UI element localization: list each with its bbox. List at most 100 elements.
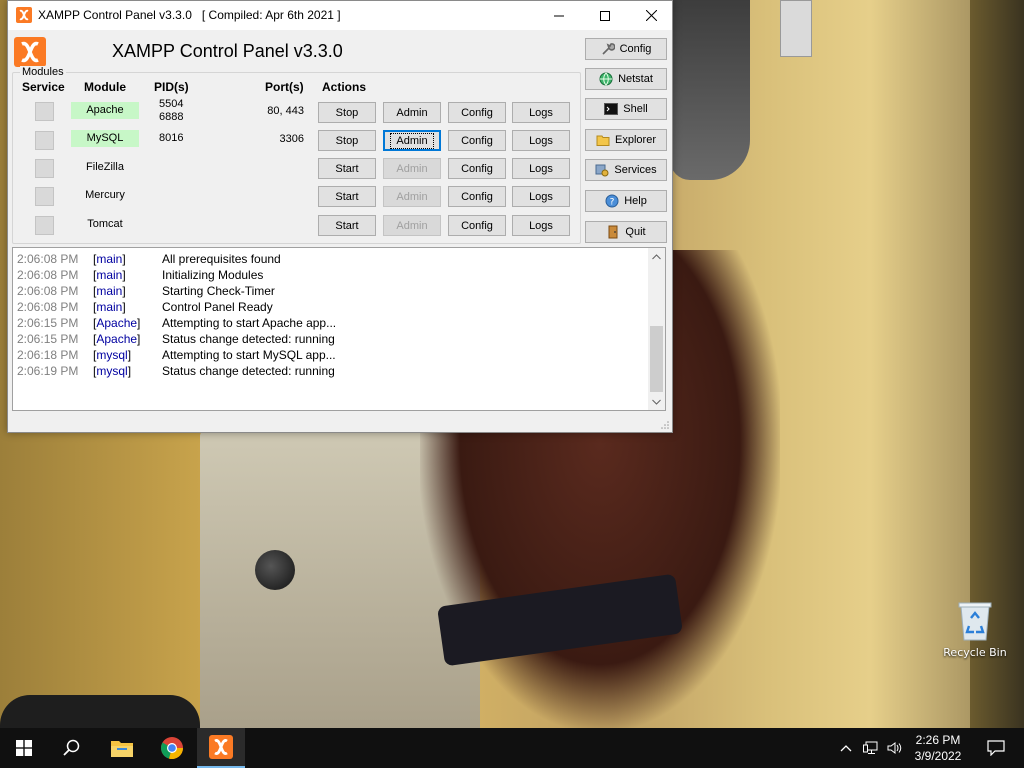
notification-icon xyxy=(987,740,1005,756)
config-button[interactable]: Config xyxy=(448,102,506,123)
explorer-button[interactable]: Explorer xyxy=(585,129,667,151)
action-center-button[interactable] xyxy=(972,728,1020,768)
network-button[interactable] xyxy=(860,728,882,768)
admin-button[interactable]: Admin xyxy=(383,130,441,151)
maximize-button[interactable] xyxy=(582,1,628,30)
module-name: Tomcat xyxy=(87,218,123,230)
taskbar-file-explorer[interactable] xyxy=(98,728,146,768)
search-button[interactable] xyxy=(48,728,96,768)
port-value: 3306 xyxy=(279,133,304,145)
pid-value: 5504 xyxy=(159,98,184,110)
module-name: Apache xyxy=(71,102,139,119)
log-scrollbar[interactable] xyxy=(648,248,665,410)
taskbar: 2:26 PM 3/9/2022 xyxy=(0,728,1024,768)
svg-text:?: ? xyxy=(610,198,615,208)
scroll-down-button[interactable] xyxy=(648,393,665,410)
service-checkbox[interactable] xyxy=(35,159,54,178)
folder-icon xyxy=(596,135,610,146)
admin-button[interactable]: Admin xyxy=(383,215,441,236)
services-icon xyxy=(595,164,609,177)
logs-button[interactable]: Logs xyxy=(512,130,570,151)
network-icon xyxy=(863,741,878,754)
taskbar-chrome[interactable] xyxy=(148,728,196,768)
taskbar-xampp[interactable] xyxy=(197,728,245,768)
service-checkbox[interactable] xyxy=(35,131,54,150)
volume-button[interactable] xyxy=(884,728,906,768)
logs-button[interactable]: Logs xyxy=(512,186,570,207)
stop-button[interactable]: Stop xyxy=(318,102,376,123)
config-button[interactable]: Config xyxy=(448,130,506,151)
folder-icon xyxy=(111,741,133,757)
column-header-pids: PID(s) xyxy=(154,80,189,94)
config-button[interactable]: Config xyxy=(448,215,506,236)
help-icon: ? xyxy=(605,194,619,208)
close-button[interactable] xyxy=(628,1,674,30)
start-button[interactable]: Start xyxy=(318,215,376,236)
speaker-icon xyxy=(887,742,902,754)
module-name: MySQL xyxy=(71,130,139,147)
logs-button[interactable]: Logs xyxy=(512,158,570,179)
shell-button[interactable]: Shell xyxy=(585,98,667,120)
modules-legend: Modules xyxy=(20,66,66,78)
clock-time: 2:26 PM xyxy=(915,733,961,747)
chevron-up-icon xyxy=(652,253,661,259)
windows-logo-icon xyxy=(16,740,32,756)
stop-button[interactable]: Stop xyxy=(318,130,376,151)
services-button[interactable]: Services xyxy=(585,159,667,181)
column-header-actions: Actions xyxy=(322,80,367,94)
show-hidden-icons-button[interactable] xyxy=(836,728,856,768)
wrench-icon xyxy=(602,43,615,55)
logs-button[interactable]: Logs xyxy=(512,102,570,123)
title-bar[interactable]: XAMPP Control Panel v3.3.0 [ Compiled: A… xyxy=(8,1,672,30)
clock-date: 3/9/2022 xyxy=(914,749,962,763)
module-name: Mercury xyxy=(85,189,125,201)
config-button[interactable]: Config xyxy=(448,158,506,179)
search-icon xyxy=(63,739,80,756)
clock[interactable]: 2:26 PM 3/9/2022 xyxy=(908,732,968,764)
help-button[interactable]: ? Help xyxy=(585,190,667,212)
config-button[interactable]: Config xyxy=(448,186,506,207)
pid-value: 6888 xyxy=(159,111,184,123)
globe-icon xyxy=(599,72,613,86)
scroll-thumb[interactable] xyxy=(650,326,663,392)
column-header-service: Service xyxy=(22,80,65,94)
xampp-window: XAMPP Control Panel v3.3.0 [ Compiled: A… xyxy=(7,0,673,433)
pid-value: 8016 xyxy=(159,132,184,144)
panel-title: XAMPP Control Panel v3.3.0 xyxy=(112,41,343,61)
recycle-bin-shortcut[interactable]: Recycle Bin xyxy=(940,600,1010,659)
chevron-up-icon xyxy=(840,745,852,752)
column-header-ports: Port(s) xyxy=(265,80,304,94)
start-button[interactable]: Start xyxy=(318,158,376,179)
xampp-logo-icon xyxy=(16,7,32,23)
minimize-icon xyxy=(554,15,564,16)
xampp-logo-icon xyxy=(14,37,46,67)
close-icon xyxy=(645,10,657,21)
column-header-module: Module xyxy=(84,80,126,94)
quit-button[interactable]: Quit xyxy=(585,221,667,243)
xampp-logo-icon xyxy=(209,735,233,759)
terminal-icon xyxy=(604,103,619,115)
chevron-down-icon xyxy=(652,399,661,405)
door-icon xyxy=(608,225,618,239)
netstat-button[interactable]: Netstat xyxy=(585,68,667,90)
start-button[interactable] xyxy=(0,728,48,768)
admin-button[interactable]: Admin xyxy=(383,186,441,207)
minimize-button[interactable] xyxy=(536,1,582,30)
admin-button[interactable]: Admin xyxy=(383,102,441,123)
log-panel[interactable]: 2:06:08 PM [main] All prerequisites found … xyxy=(12,247,666,411)
service-checkbox[interactable] xyxy=(35,102,54,121)
logs-button[interactable]: Logs xyxy=(512,215,570,236)
admin-button[interactable]: Admin xyxy=(383,158,441,179)
config-side-button[interactable]: Config xyxy=(585,38,667,60)
module-name: FileZilla xyxy=(86,161,124,173)
recycle-bin-label: Recycle Bin xyxy=(943,646,1007,659)
recycle-bin-icon xyxy=(957,600,993,642)
scroll-up-button[interactable] xyxy=(648,248,665,265)
port-value: 80, 443 xyxy=(267,105,304,117)
maximize-icon xyxy=(600,10,610,21)
service-checkbox[interactable] xyxy=(35,187,54,206)
chrome-icon xyxy=(161,737,184,760)
start-button[interactable]: Start xyxy=(318,186,376,207)
resize-grip-icon[interactable] xyxy=(660,420,670,430)
service-checkbox[interactable] xyxy=(35,216,54,235)
